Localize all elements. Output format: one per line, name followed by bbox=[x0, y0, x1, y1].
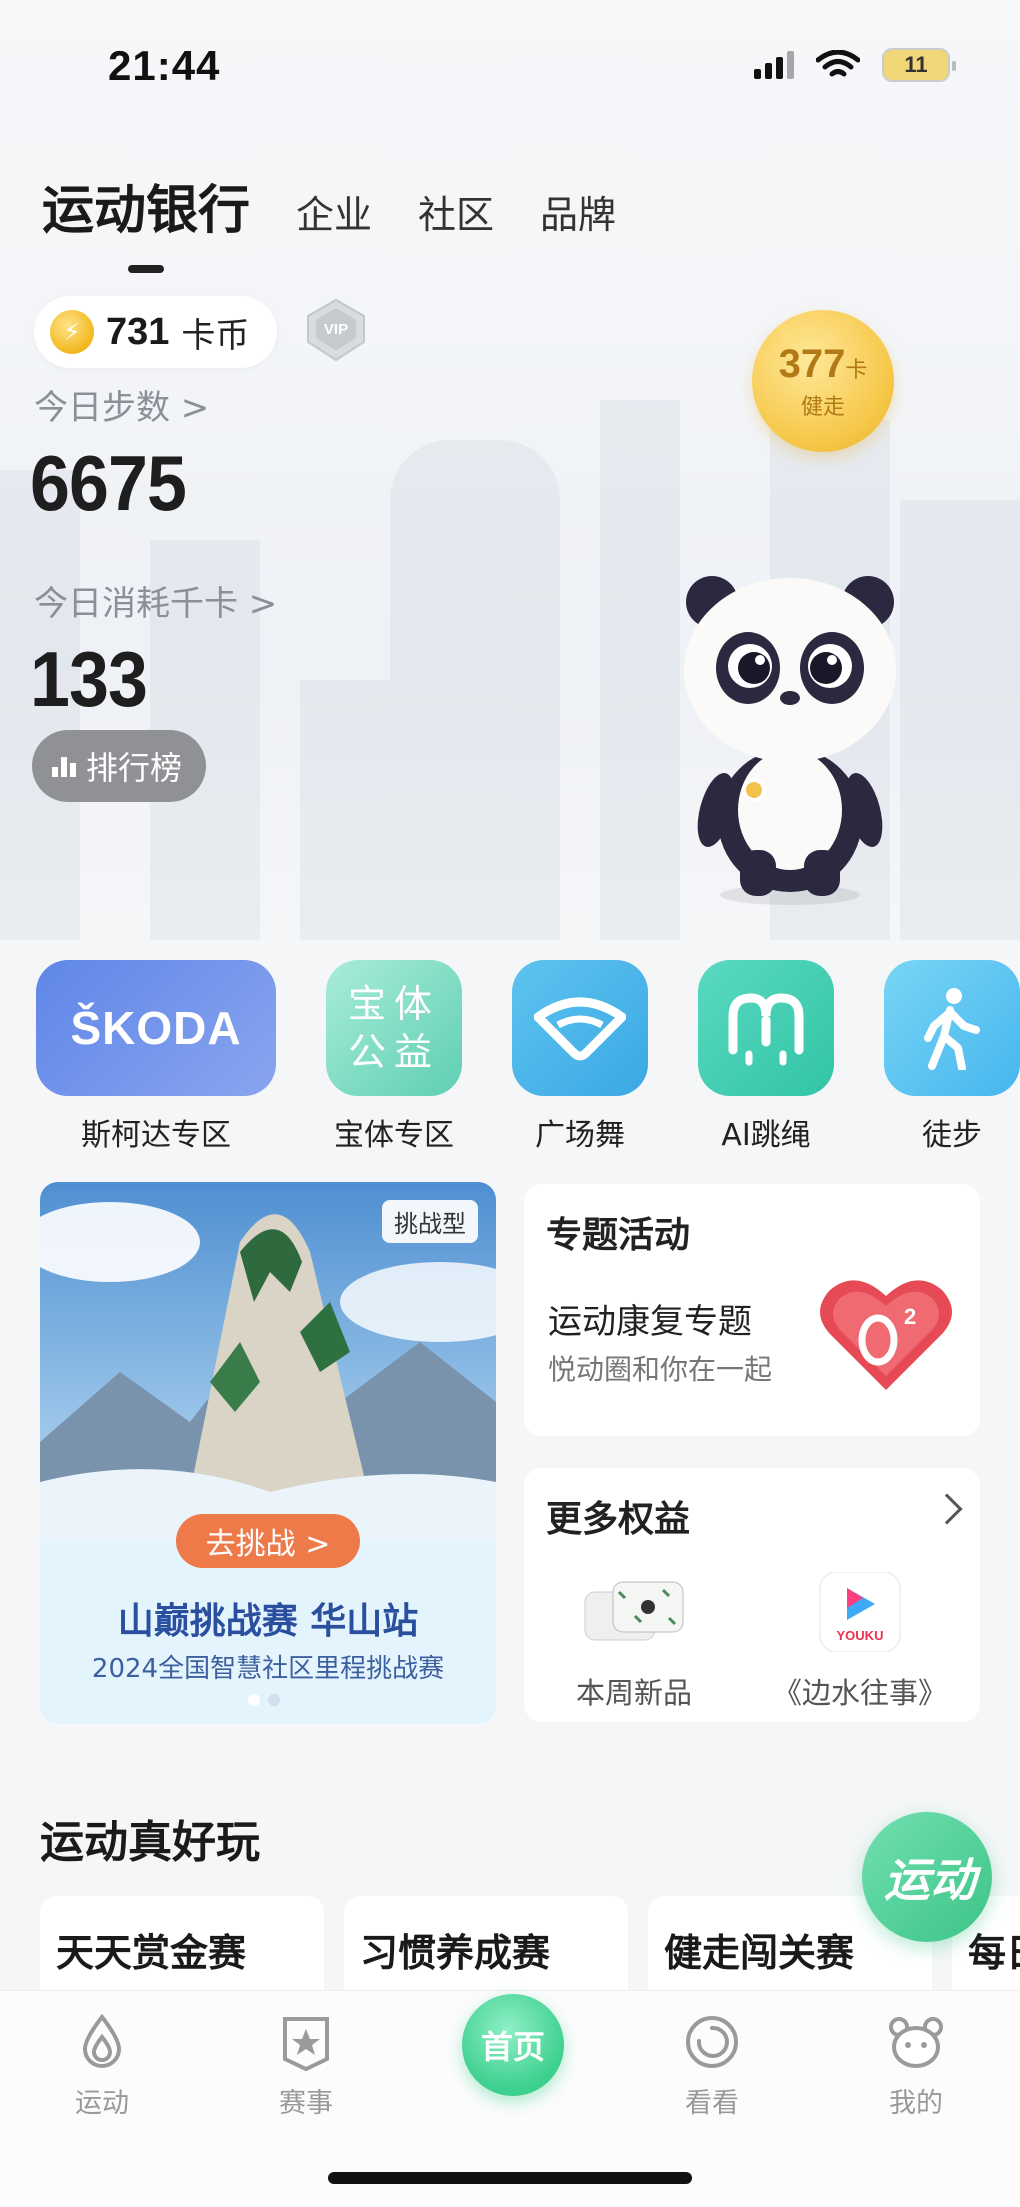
steps-value: 6675 bbox=[30, 439, 187, 527]
coin-amount: 731 bbox=[106, 310, 170, 353]
shortcut-skoda[interactable]: ŠKODA 斯柯达专区 bbox=[36, 960, 276, 1154]
home-indicator bbox=[328, 2172, 692, 2184]
shortcut-label: AI跳绳 bbox=[721, 1118, 811, 1153]
leaderboard-button[interactable]: 排行榜 bbox=[32, 730, 207, 802]
tab-brand[interactable]: 品牌 bbox=[540, 184, 616, 239]
perk-item-youku[interactable]: YOUKU 《边水往事》 bbox=[760, 1572, 960, 1712]
shortcut-baoti[interactable]: 宝体公益 宝体专区 bbox=[326, 960, 462, 1154]
bubble-kcal-value: 377 bbox=[778, 341, 846, 386]
nav-home-button[interactable]: 首页 bbox=[462, 1994, 564, 2096]
coin-balance[interactable]: ⚡ 731 卡币 bbox=[34, 296, 278, 368]
vip-badge-icon[interactable]: VIP bbox=[304, 298, 368, 364]
go-challenge-button[interactable]: 去挑战 > bbox=[176, 1514, 360, 1568]
leaderboard-label: 排行榜 bbox=[86, 749, 183, 787]
nav-label: 赛事 bbox=[279, 2088, 333, 2119]
shortcut-label: 广场舞 bbox=[535, 1118, 625, 1153]
nav-events[interactable]: 赛事 bbox=[246, 2011, 366, 2120]
jump-rope-icon bbox=[698, 960, 834, 1096]
game-title: 每日 bbox=[968, 1931, 1020, 1975]
cellular-signal-icon bbox=[754, 51, 794, 79]
spiral-icon bbox=[686, 2016, 738, 2068]
perk-item-new-product[interactable]: 本周新品 bbox=[554, 1572, 714, 1712]
bubble-kcal-unit: 卡 bbox=[845, 356, 868, 382]
baoti-charity-icon: 宝体公益 bbox=[326, 960, 462, 1096]
perk-label: 本周新品 bbox=[575, 1676, 692, 1710]
shortcut-ai-jump-rope[interactable]: AI跳绳 bbox=[698, 960, 834, 1154]
game-card[interactable]: 天天赏金赛 走路打卡领红包 bbox=[40, 1896, 324, 1996]
game-title: 习惯养成赛 bbox=[360, 1931, 551, 1975]
star-badge-icon bbox=[283, 2017, 329, 2072]
bar-chart-icon bbox=[52, 755, 76, 777]
topic-activity-card[interactable]: 专题活动 运动康复专题 悦动圈和你在一起 2 bbox=[524, 1184, 980, 1436]
challenge-title: 山巅挑战赛 华山站 bbox=[117, 1601, 419, 1642]
more-perks-card[interactable]: 更多权益 本周新品 YOUKU 《边水往事》 bbox=[524, 1468, 980, 1722]
chevron-right-icon[interactable] bbox=[931, 1493, 963, 1525]
panda-mascot-icon[interactable] bbox=[670, 570, 910, 910]
topic-name: 运动康复专题 bbox=[548, 1302, 752, 1342]
baoti-icon-text: 宝体公益 bbox=[347, 982, 440, 1074]
nav-watch[interactable]: 看看 bbox=[652, 2011, 772, 2120]
youku-logo-text: YOUKU bbox=[837, 1628, 884, 1643]
game-title: 天天赏金赛 bbox=[56, 1931, 247, 1975]
wet-wipes-product-icon bbox=[584, 1581, 684, 1641]
top-tabs: 运动银行 企业 社区 品牌 bbox=[42, 168, 662, 273]
challenge-banner[interactable]: 挑战型 去挑战 > 山巅挑战赛 华山站 2024全国智慧社区里程挑战赛 bbox=[40, 1182, 496, 1724]
battery-icon: 11 bbox=[882, 48, 956, 82]
shortcut-square-dance[interactable]: 广场舞 bbox=[512, 960, 648, 1154]
vip-label: VIP bbox=[324, 321, 348, 338]
skoda-logo-icon: ŠKODA bbox=[36, 960, 276, 1096]
status-icons: 11 bbox=[754, 48, 956, 82]
wifi-icon bbox=[816, 50, 860, 77]
topic-subtitle: 悦动圈和你在一起 bbox=[548, 1353, 773, 1386]
nav-mine[interactable]: 我的 bbox=[856, 2011, 976, 2120]
carousel-dots bbox=[248, 1694, 280, 1706]
game-list: 天天赏金赛 走路打卡领红包 习惯养成赛 挑战7天步数达标 健走闯关赛 步数挑战领… bbox=[0, 1896, 1020, 1996]
bubble-label: 健走 bbox=[800, 394, 845, 420]
coin-icon: ⚡ bbox=[50, 310, 94, 354]
status-time: 21:44 bbox=[108, 42, 221, 89]
tab-enterprise[interactable]: 企业 bbox=[296, 184, 372, 239]
kcal-value: 133 bbox=[30, 635, 148, 723]
fan-icon bbox=[512, 960, 648, 1096]
drop-flame-icon bbox=[82, 2013, 122, 2068]
nav-label: 看看 bbox=[685, 2088, 739, 2119]
shortcut-label: 斯柯达专区 bbox=[81, 1118, 231, 1153]
game-card[interactable]: 习惯养成赛 挑战7天步数达标 bbox=[344, 1896, 628, 1996]
tab-sports-bank[interactable]: 运动银行 bbox=[42, 168, 250, 273]
nav-label: 运动 bbox=[75, 2088, 129, 2119]
perk-label: 《边水往事》 bbox=[772, 1676, 947, 1710]
walking-icon bbox=[884, 960, 1020, 1096]
shortcut-label: 徒步 bbox=[922, 1118, 982, 1153]
challenge-subtitle: 2024全国智慧社区里程挑战赛 bbox=[91, 1654, 445, 1684]
topic-card-title: 专题活动 bbox=[546, 1215, 691, 1256]
shortcut-label: 宝体专区 bbox=[334, 1118, 454, 1153]
walking-kcal-bubble[interactable]: 377卡 健走 bbox=[752, 310, 894, 452]
nav-sport[interactable]: 运动 bbox=[42, 2011, 162, 2120]
skoda-logo-text: ŠKODA bbox=[70, 1002, 242, 1054]
tab-community[interactable]: 社区 bbox=[418, 184, 494, 239]
section-title: 运动真好玩 bbox=[40, 1817, 260, 1868]
shortcut-row: ŠKODA 斯柯达专区 宝体公益 宝体专区 广场舞 AI跳绳 徒步 bbox=[0, 960, 1020, 1160]
challenge-type-tag: 挑战型 bbox=[382, 1200, 478, 1243]
coin-unit: 卡币 bbox=[181, 315, 250, 356]
perks-title: 更多权益 bbox=[546, 1499, 691, 1540]
svg-text:2: 2 bbox=[904, 1304, 916, 1329]
shortcut-hiking[interactable]: 徒步 bbox=[884, 960, 1020, 1154]
bear-face-icon bbox=[889, 2017, 943, 2068]
kcal-label[interactable]: 今日消耗千卡 > bbox=[34, 576, 277, 625]
steps-label[interactable]: 今日步数 > bbox=[34, 380, 209, 429]
youku-logo-icon: YOUKU bbox=[819, 1572, 901, 1652]
bubble-value-row: 377卡 bbox=[779, 342, 868, 387]
sport-fab-button[interactable]: 运动 bbox=[862, 1812, 992, 1942]
o2-heart-icon: 2 bbox=[820, 1280, 952, 1390]
nav-label: 我的 bbox=[889, 2088, 943, 2119]
